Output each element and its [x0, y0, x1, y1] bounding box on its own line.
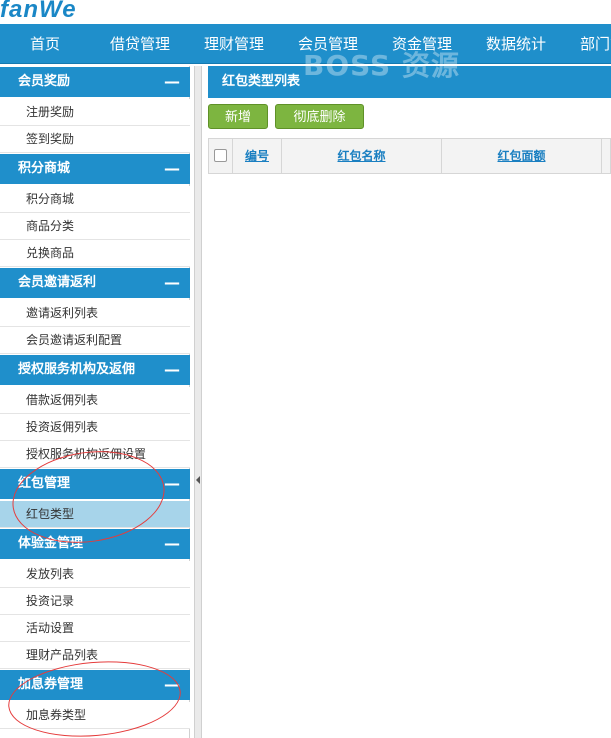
column-header-amount[interactable]: 红包面额 — [442, 139, 602, 173]
nav-item-data-statistics[interactable]: 数据统计 — [486, 24, 546, 63]
sidebar-splitter[interactable] — [194, 66, 202, 738]
main-content: 红包类型列表 BOSS 资源 新增 彻底删除 编号 红包名称 红包面额 — [208, 50, 611, 738]
section-title: 会员奖励 — [18, 74, 71, 89]
section-title: 会员邀请返利 — [18, 275, 97, 290]
sidebar-item-register-reward[interactable]: 注册奖励 — [0, 99, 190, 126]
sidebar-item-checkin-reward[interactable]: 签到奖励 — [0, 126, 190, 153]
sidebar-section-points-mall[interactable]: 积分商城 — — [0, 154, 190, 184]
sidebar-item-invite-rebate-config[interactable]: 会员邀请返利配置 — [0, 327, 190, 354]
section-title: 积分商城 — [18, 161, 71, 176]
sidebar-item-invest-commission-list[interactable]: 投资返佣列表 — [0, 414, 190, 441]
nav-item-finance-management[interactable]: 理财管理 — [204, 24, 264, 63]
sidebar-item-exchange-goods[interactable]: 兑换商品 — [0, 240, 190, 267]
collapse-icon[interactable]: — — [164, 268, 180, 298]
section-title: 授权服务机构及返佣 — [18, 362, 136, 377]
nav-item-loan-management[interactable]: 借贷管理 — [110, 24, 170, 63]
logo-bar: fanWe — [0, 0, 611, 24]
panel-title-text: 红包类型列表 — [222, 74, 301, 89]
collapse-arrow-icon[interactable] — [196, 476, 200, 484]
column-header-id[interactable]: 编号 — [233, 139, 282, 173]
sidebar: 会员奖励 — 注册奖励 签到奖励 积分商城 — 积分商城 商品分类 兑换商品 会… — [0, 66, 190, 738]
sidebar-item-invite-rebate-list[interactable]: 邀请返利列表 — [0, 300, 190, 327]
column-header-name[interactable]: 红包名称 — [282, 139, 442, 173]
sidebar-section-member-rewards[interactable]: 会员奖励 — — [0, 67, 190, 97]
sidebar-item-issue-list[interactable]: 发放列表 — [0, 561, 190, 588]
collapse-icon[interactable]: — — [164, 67, 180, 97]
nav-item-home[interactable]: 首页 — [30, 24, 60, 63]
select-all-checkbox[interactable] — [214, 149, 227, 162]
sidebar-item-loan-commission-list[interactable]: 借款返佣列表 — [0, 387, 190, 414]
sidebar-section-invite-rebate[interactable]: 会员邀请返利 — — [0, 268, 190, 298]
nav-item-department-management[interactable]: 部门管 — [580, 24, 611, 63]
select-all-cell — [209, 139, 233, 173]
sidebar-item-invest-records[interactable]: 投资记录 — [0, 588, 190, 615]
collapse-icon[interactable]: — — [164, 355, 180, 385]
collapse-icon[interactable]: — — [164, 529, 180, 559]
sidebar-item-points-mall[interactable]: 积分商城 — [0, 186, 190, 213]
sidebar-section-agency-commission[interactable]: 授权服务机构及返佣 — — [0, 355, 190, 385]
table-header: 编号 红包名称 红包面额 — [208, 138, 611, 174]
delete-permanently-button[interactable]: 彻底删除 — [275, 104, 364, 129]
collapse-icon[interactable]: — — [164, 469, 180, 499]
panel-title: 红包类型列表 BOSS 资源 — [208, 50, 611, 98]
sidebar-item-activity-settings[interactable]: 活动设置 — [0, 615, 190, 642]
watermark: BOSS 资源 — [303, 49, 460, 82]
collapse-icon[interactable]: — — [164, 154, 180, 184]
add-button[interactable]: 新增 — [208, 104, 268, 129]
brand-logo: fanWe — [0, 0, 77, 23]
sidebar-item-product-category[interactable]: 商品分类 — [0, 213, 190, 240]
